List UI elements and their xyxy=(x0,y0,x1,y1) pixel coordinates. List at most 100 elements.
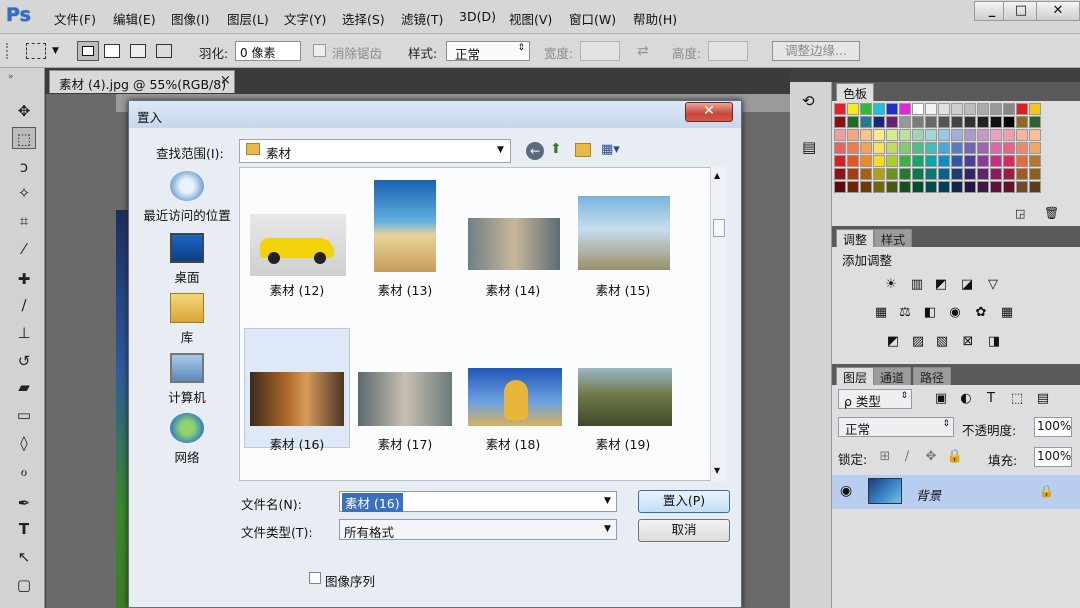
swatch-cell[interactable] xyxy=(1016,103,1028,115)
swatch-cell[interactable] xyxy=(1016,155,1028,167)
exposure-icon[interactable]: ◪ xyxy=(958,277,976,293)
swatch-cell[interactable] xyxy=(977,116,989,128)
menu-3d[interactable]: 3D(D) xyxy=(459,9,496,24)
place-libraries[interactable]: 库 xyxy=(137,293,237,346)
swatch-cell[interactable] xyxy=(990,103,1002,115)
swatch-cell[interactable] xyxy=(990,168,1002,180)
channel-mixer-icon[interactable]: ✿ xyxy=(972,305,990,321)
place-desktop[interactable]: 桌面 xyxy=(137,233,237,286)
swatch-cell[interactable] xyxy=(899,129,911,141)
view-menu-icon[interactable]: ▦▾ xyxy=(601,142,620,157)
hue-saturation-icon[interactable]: ▦ xyxy=(872,305,890,321)
swatch-cell[interactable] xyxy=(886,181,898,193)
place-button[interactable]: 置入(P) xyxy=(638,490,730,513)
swatch-cell[interactable] xyxy=(938,103,950,115)
swatch-cell[interactable] xyxy=(1016,129,1028,141)
swatch-cell[interactable] xyxy=(847,129,859,141)
filter-smart-icon[interactable]: ▤ xyxy=(1034,391,1052,407)
menu-file[interactable]: 文件(F) xyxy=(54,9,96,28)
filetype-select[interactable]: 所有格式 ▼ xyxy=(339,519,617,540)
file-thumb-13[interactable] xyxy=(374,180,436,272)
intersect-selection-icon[interactable] xyxy=(156,44,172,58)
swatch-cell[interactable] xyxy=(951,168,963,180)
swatch-cell[interactable] xyxy=(964,142,976,154)
swatch-cell[interactable] xyxy=(873,129,885,141)
width-input[interactable] xyxy=(580,41,620,61)
scroll-thumb[interactable] xyxy=(713,219,725,237)
eyedropper-tool-icon[interactable]: ⁄ xyxy=(12,238,36,260)
eraser-tool-icon[interactable]: ▰ xyxy=(12,376,36,398)
menu-view[interactable]: 视图(V) xyxy=(509,9,552,28)
filter-adjustment-icon[interactable]: ◐ xyxy=(957,391,975,407)
swatch-cell[interactable] xyxy=(899,103,911,115)
swatch-cell[interactable] xyxy=(886,103,898,115)
layer-name[interactable]: 背景 xyxy=(916,485,941,504)
file-list-scrollbar[interactable]: ▲ ▼ xyxy=(710,167,727,481)
swatch-cell[interactable] xyxy=(990,142,1002,154)
collapse-icon[interactable]: » xyxy=(8,72,14,82)
dodge-tool-icon[interactable]: ℴ xyxy=(12,460,36,482)
swatch-cell[interactable] xyxy=(860,155,872,167)
tab-paths[interactable]: 路径 xyxy=(913,367,952,385)
file-thumb-14[interactable] xyxy=(468,218,560,270)
swatch-cell[interactable] xyxy=(847,103,859,115)
swatch-cell[interactable] xyxy=(951,116,963,128)
properties-panel-icon[interactable]: ▤ xyxy=(802,138,816,156)
chevron-down-icon[interactable]: ▼ xyxy=(52,46,59,56)
gradient-tool-icon[interactable]: ▭ xyxy=(12,404,36,426)
swatch-cell[interactable] xyxy=(925,142,937,154)
swatch-cell[interactable] xyxy=(925,168,937,180)
swatch-cell[interactable] xyxy=(964,181,976,193)
vibrance-icon[interactable]: ▽ xyxy=(984,277,1002,293)
delete-swatch-icon[interactable]: 🗑 xyxy=(1044,206,1059,220)
clone-stamp-tool-icon[interactable]: ⊥ xyxy=(12,322,36,344)
document-tab[interactable]: 素材 (4).jpg @ 55%(RGB/8) × xyxy=(49,70,235,93)
swatch-cell[interactable] xyxy=(834,181,846,193)
swatch-cell[interactable] xyxy=(834,103,846,115)
swatch-cell[interactable] xyxy=(860,103,872,115)
swatch-cell[interactable] xyxy=(834,168,846,180)
pen-tool-icon[interactable]: ✒ xyxy=(12,492,36,514)
dialog-close-button[interactable]: ✕ xyxy=(685,102,733,122)
file-label-14[interactable]: 素材 (14) xyxy=(458,280,568,299)
menu-type[interactable]: 文字(Y) xyxy=(284,9,326,28)
swatch-cell[interactable] xyxy=(990,116,1002,128)
swatch-cell[interactable] xyxy=(990,155,1002,167)
swatch-cell[interactable] xyxy=(899,168,911,180)
menu-select[interactable]: 选择(S) xyxy=(342,9,385,28)
subtract-selection-icon[interactable] xyxy=(130,44,146,58)
file-thumb-15[interactable] xyxy=(578,196,670,270)
place-recent[interactable]: 最近访问的位置 xyxy=(137,171,237,224)
dialog-titlebar[interactable]: 置入 ✕ xyxy=(129,101,741,128)
swatch-cell[interactable] xyxy=(860,129,872,141)
swatch-cell[interactable] xyxy=(951,129,963,141)
lookin-combobox[interactable]: 素材 ▼ xyxy=(239,139,511,163)
tab-adjustments[interactable]: 调整 xyxy=(836,229,875,247)
swatch-cell[interactable] xyxy=(873,168,885,180)
file-label-17[interactable]: 素材 (17) xyxy=(350,434,460,453)
swatch-cell[interactable] xyxy=(847,155,859,167)
swatch-cell[interactable] xyxy=(912,181,924,193)
swatch-cell[interactable] xyxy=(977,129,989,141)
swatch-cell[interactable] xyxy=(834,129,846,141)
tab-close-icon[interactable]: × xyxy=(220,73,231,88)
swatch-cell[interactable] xyxy=(977,103,989,115)
new-swatch-icon[interactable]: ◲ xyxy=(1015,207,1025,220)
swatch-cell[interactable] xyxy=(1016,181,1028,193)
swatch-cell[interactable] xyxy=(860,168,872,180)
lasso-tool-icon[interactable]: ↄ xyxy=(12,156,36,178)
swatch-cell[interactable] xyxy=(912,155,924,167)
swatch-cell[interactable] xyxy=(938,181,950,193)
swatch-cell[interactable] xyxy=(990,181,1002,193)
history-panel-icon[interactable]: ⟲ xyxy=(802,92,815,110)
file-thumb-19[interactable] xyxy=(578,368,672,426)
back-icon[interactable]: ← xyxy=(526,142,544,160)
style-select[interactable]: 正常 ⇕ xyxy=(446,41,530,62)
selective-color-icon[interactable]: ⊠ xyxy=(959,334,977,350)
blur-tool-icon[interactable]: ◊ xyxy=(12,432,36,454)
brightness-icon[interactable]: ☀ xyxy=(882,277,900,293)
menu-edit[interactable]: 编辑(E) xyxy=(113,9,156,28)
new-selection-icon[interactable] xyxy=(77,41,99,61)
swatch-cell[interactable] xyxy=(938,116,950,128)
swatch-cell[interactable] xyxy=(1029,168,1041,180)
